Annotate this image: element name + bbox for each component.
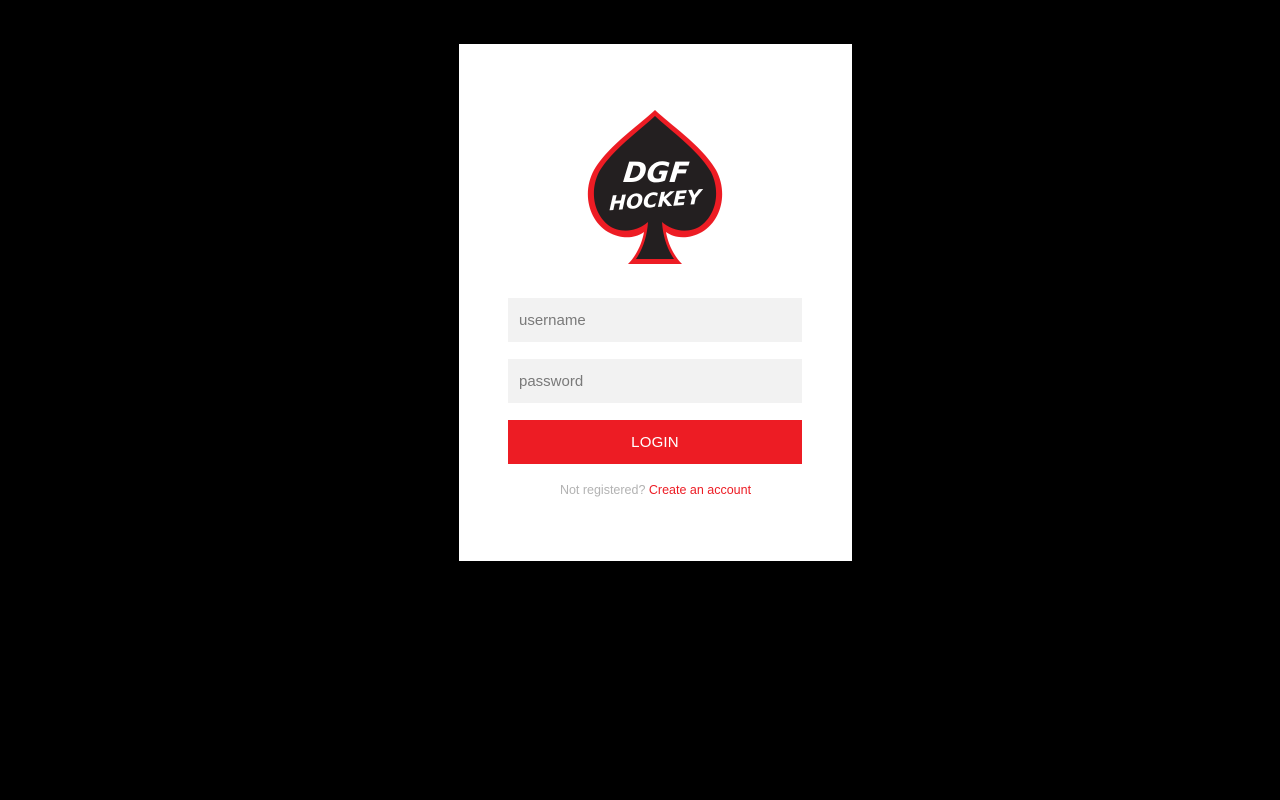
spade-logo-icon: DGF HOCKEY <box>587 110 723 264</box>
logo-text-dgf: DGF <box>622 156 691 189</box>
register-prompt-text: Not registered? <box>559 483 646 497</box>
login-button[interactable]: LOGIN <box>508 420 802 464</box>
username-input[interactable] <box>508 298 802 342</box>
password-input[interactable] <box>508 359 802 403</box>
register-prompt-line: Not registered? Create an account <box>459 483 852 497</box>
create-account-link[interactable]: Create an account <box>649 483 751 497</box>
dgf-hockey-logo: DGF HOCKEY <box>586 108 724 266</box>
login-card: DGF HOCKEY LOGIN Not registered? Create … <box>459 44 852 561</box>
